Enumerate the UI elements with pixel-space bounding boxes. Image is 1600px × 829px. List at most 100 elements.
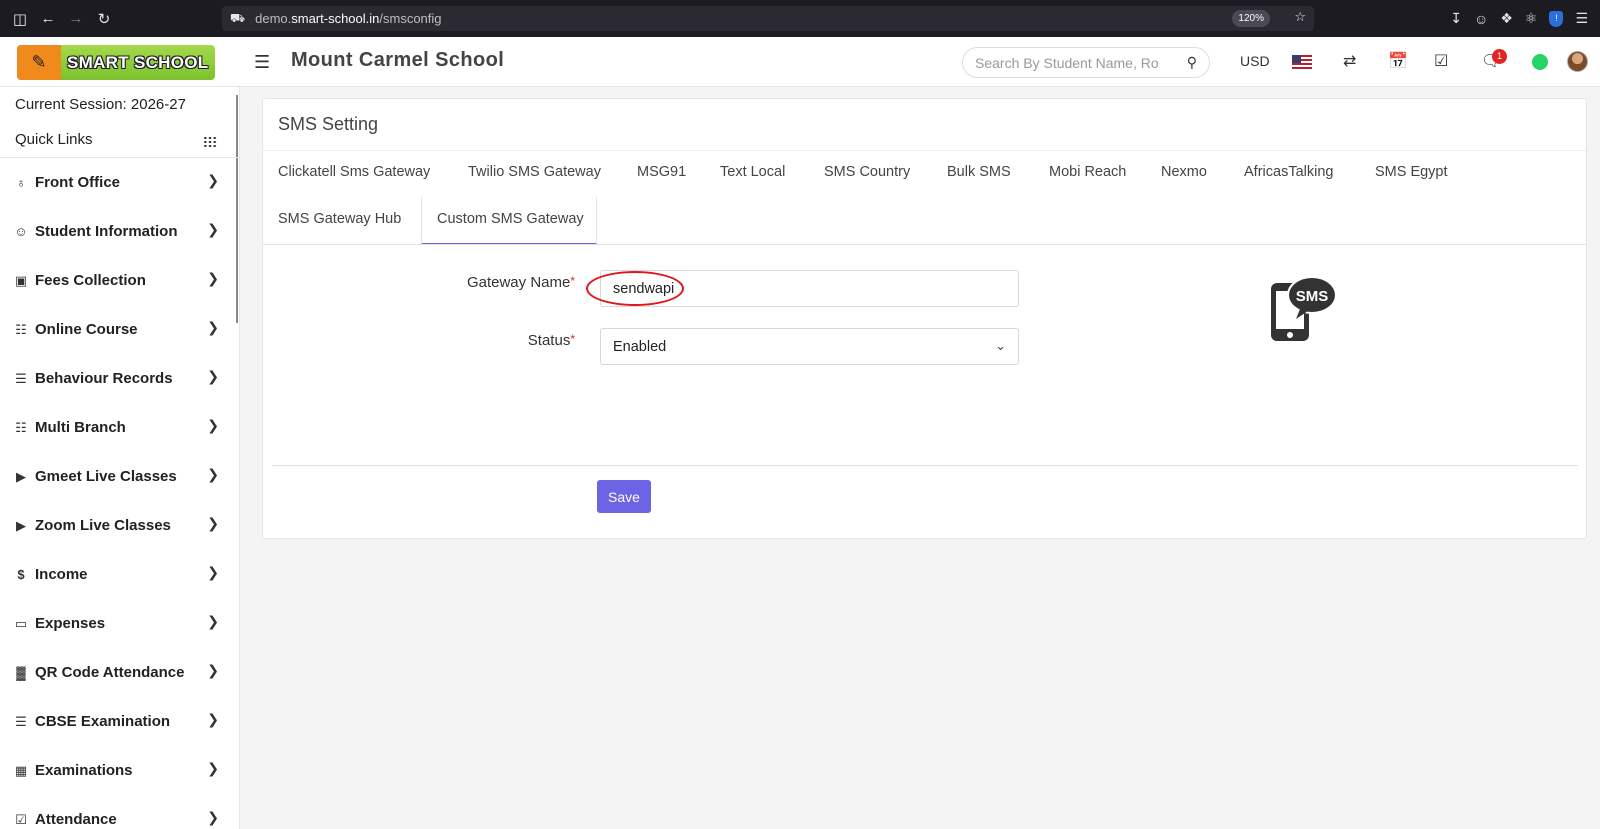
switch-icon[interactable]: ⇄ bbox=[1343, 51, 1356, 71]
map-icon: ▦ bbox=[14, 762, 28, 778]
course-icon: ☷ bbox=[15, 321, 27, 337]
sidebar-item-online-course[interactable]: ☷ Online Course ❯ bbox=[0, 305, 239, 354]
logo-book-icon: ✎ bbox=[17, 45, 61, 80]
forward-icon[interactable]: → bbox=[62, 0, 90, 37]
chevron-right-icon: ❯ bbox=[207, 711, 219, 727]
school-logo[interactable]: ✎ SMART SCHOOL bbox=[17, 45, 215, 80]
site-security-icon[interactable]: ⛟ bbox=[230, 11, 245, 27]
qrcode-icon: ▓ bbox=[16, 665, 26, 680]
sidebar-item-zoom-live-classes[interactable]: ▶ Zoom Live Classes ❯ bbox=[0, 501, 239, 550]
url-text: demo.smart-school.in/smsconfig bbox=[255, 11, 442, 26]
chevron-right-icon: ❯ bbox=[207, 515, 219, 531]
current-session[interactable]: Current Session: 2026-27 bbox=[0, 87, 239, 123]
tab-mobi-reach[interactable]: Mobi Reach bbox=[1049, 164, 1126, 180]
sidebar-toggle-icon[interactable]: ◫ bbox=[6, 0, 34, 37]
chevron-right-icon: ❯ bbox=[207, 613, 219, 629]
grid-icon[interactable] bbox=[203, 136, 217, 148]
task-check-icon[interactable]: ☑ bbox=[1434, 51, 1448, 71]
sidebar-item-fees-collection[interactable]: ▣ Fees Collection ❯ bbox=[0, 256, 239, 305]
school-name: Mount Carmel School bbox=[291, 49, 505, 71]
title-divider bbox=[263, 150, 1586, 151]
tab-sms-egypt[interactable]: SMS Egypt bbox=[1375, 164, 1448, 180]
sitemap-icon: ☷ bbox=[15, 419, 27, 435]
save-button[interactable]: Save bbox=[597, 480, 651, 513]
sidebar-item-gmeet-live-classes[interactable]: ▶ Gmeet Live Classes ❯ bbox=[0, 452, 239, 501]
react-devtools-icon[interactable]: ⚛ bbox=[1525, 10, 1538, 27]
currency-selector[interactable]: USD bbox=[1240, 53, 1270, 69]
sidebar-toggle-button[interactable]: ☰ bbox=[254, 52, 270, 73]
tabs-divider bbox=[263, 244, 1586, 245]
tab-bulk-sms[interactable]: Bulk SMS bbox=[947, 164, 1011, 180]
sidebar-nav: ♁ Front Office ❯ ☺ Student Information ❯ ▣ Fees… bbox=[0, 158, 239, 829]
download-icon[interactable]: ↧ bbox=[1450, 10, 1462, 27]
video-icon: ▶ bbox=[16, 468, 26, 484]
tab-sms-country[interactable]: SMS Country bbox=[824, 164, 910, 180]
sidebar-item-qr-code-attendance[interactable]: ▓ QR Code Attendance ❯ bbox=[0, 648, 239, 697]
user-avatar[interactable] bbox=[1567, 51, 1588, 72]
required-mark: * bbox=[570, 332, 575, 346]
sms-setting-card: SMS Setting Clickatell Sms Gateway Twili… bbox=[262, 98, 1587, 539]
sidebar-item-label: Fees Collection bbox=[35, 272, 146, 289]
zoom-level[interactable]: 120% bbox=[1232, 10, 1270, 27]
back-icon[interactable]: ← bbox=[34, 0, 62, 37]
url-bar-actions: ☆ bbox=[1294, 9, 1306, 25]
star-icon[interactable]: ☆ bbox=[1294, 9, 1306, 25]
chevron-right-icon: ❯ bbox=[207, 172, 219, 188]
sidebar-item-cbse-examination[interactable]: ☰ CBSE Examination ❯ bbox=[0, 697, 239, 746]
menu-icon[interactable]: ☰ bbox=[1575, 10, 1588, 27]
tab-msg91[interactable]: MSG91 bbox=[637, 164, 686, 180]
sidebar-item-student-information[interactable]: ☺ Student Information ❯ bbox=[0, 207, 239, 256]
account-icon[interactable]: ☺ bbox=[1474, 11, 1488, 27]
chevron-right-icon: ❯ bbox=[207, 760, 219, 776]
calendar-icon[interactable]: 📅 bbox=[1388, 51, 1408, 71]
extensions-icon[interactable]: ❖ bbox=[1500, 10, 1513, 27]
gateway-name-input[interactable] bbox=[600, 270, 1019, 307]
sidebar-item-label: Zoom Live Classes bbox=[35, 517, 171, 534]
sidebar: Current Session: 2026-27 Quick Links ♁ Fr… bbox=[0, 87, 240, 829]
status-selected-value: Enabled bbox=[613, 338, 667, 355]
search-input[interactable] bbox=[975, 54, 1165, 71]
whatsapp-icon[interactable] bbox=[1532, 54, 1548, 70]
student-search: ⚲ bbox=[962, 47, 1210, 78]
reload-icon[interactable]: ↻ bbox=[90, 0, 118, 37]
url-bar[interactable]: ⛟ demo.smart-school.in/smsconfig 120% ☆ bbox=[222, 6, 1314, 31]
app-header: ✎ SMART SCHOOL ☰ Mount Carmel School ⚲ U… bbox=[0, 37, 1600, 87]
sidebar-item-label: QR Code Attendance bbox=[35, 664, 185, 681]
sidebar-item-attendance[interactable]: ☑ Attendance ❯ bbox=[0, 795, 239, 829]
chevron-right-icon: ❯ bbox=[207, 466, 219, 482]
tab-custom-sms-gateway[interactable]: Custom SMS Gateway bbox=[437, 211, 584, 227]
sidebar-item-examinations[interactable]: ▦ Examinations ❯ bbox=[0, 746, 239, 795]
sms-phone-icon: SMS bbox=[1271, 276, 1337, 341]
chevron-right-icon: ❯ bbox=[207, 221, 219, 237]
sms-graphic-text: SMS bbox=[1296, 288, 1329, 305]
notification-badge: 1 bbox=[1492, 49, 1507, 64]
sidebar-item-label: Gmeet Live Classes bbox=[35, 468, 177, 485]
browser-toolbar: ◫ ← → ↻ ⛟ demo.smart-school.in/smsconfig… bbox=[0, 0, 1600, 37]
us-flag-icon[interactable] bbox=[1292, 55, 1312, 69]
quick-links[interactable]: Quick Links bbox=[0, 123, 239, 158]
tab-twilio[interactable]: Twilio SMS Gateway bbox=[468, 164, 601, 180]
tab-nexmo[interactable]: Nexmo bbox=[1161, 164, 1207, 180]
sidebar-item-income[interactable]: $ Income ❯ bbox=[0, 550, 239, 599]
dollar-icon: $ bbox=[17, 567, 25, 582]
chevron-right-icon: ❯ bbox=[207, 564, 219, 580]
sidebar-item-multi-branch[interactable]: ☷ Multi Branch ❯ bbox=[0, 403, 239, 452]
quick-links-label: Quick Links bbox=[15, 131, 93, 148]
sidebar-item-label: Online Course bbox=[35, 321, 138, 338]
sidebar-item-front-office[interactable]: ♁ Front Office ❯ bbox=[0, 158, 239, 207]
status-label: Status* bbox=[527, 332, 575, 349]
status-select[interactable]: Enabled ⌄ bbox=[600, 328, 1019, 365]
sidebar-item-behaviour-records[interactable]: ☰ Behaviour Records ❯ bbox=[0, 354, 239, 403]
sidebar-item-expenses[interactable]: ▭ Expenses ❯ bbox=[0, 599, 239, 648]
money-icon: ▣ bbox=[14, 272, 28, 288]
password-manager-icon[interactable]: ! bbox=[1549, 10, 1564, 27]
tab-africastalking[interactable]: AfricasTalking bbox=[1244, 164, 1333, 180]
tab-clickatell[interactable]: Clickatell Sms Gateway bbox=[278, 164, 430, 180]
chevron-right-icon: ❯ bbox=[207, 809, 219, 825]
browser-right-tools: ↧ ☺ ❖ ⚛ ! ☰ bbox=[1450, 0, 1600, 37]
chevron-right-icon: ❯ bbox=[207, 417, 219, 433]
sidebar-item-label: Student Information bbox=[35, 223, 178, 240]
search-icon[interactable]: ⚲ bbox=[1187, 54, 1197, 71]
tab-sms-gateway-hub[interactable]: SMS Gateway Hub bbox=[278, 211, 401, 227]
tab-text-local[interactable]: Text Local bbox=[720, 164, 785, 180]
